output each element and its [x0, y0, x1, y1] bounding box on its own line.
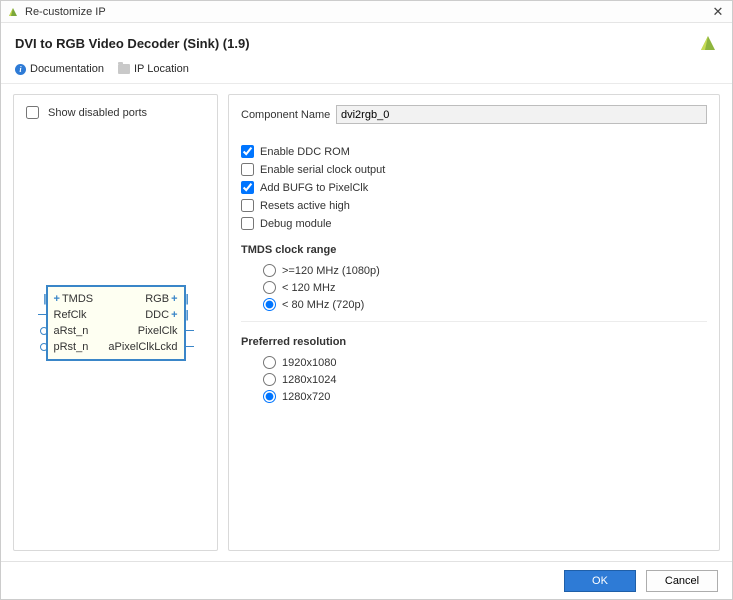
radio-tmds-input-0[interactable] — [263, 264, 276, 277]
titlebar: Re-customize IP ✕ — [1, 1, 732, 23]
radio-res-1[interactable]: 1280x1024 — [263, 373, 707, 386]
radio-tmds-input-1[interactable] — [263, 281, 276, 294]
pin-right-0: || — [184, 291, 198, 307]
checkbox-debug-module[interactable]: Debug module — [241, 217, 707, 230]
cancel-button[interactable]: Cancel — [646, 570, 718, 592]
radio-res-input-2[interactable] — [263, 390, 276, 403]
tmds-heading: TMDS clock range — [241, 244, 707, 256]
ip-location-label: IP Location — [134, 63, 189, 75]
dialog-window: Re-customize IP ✕ DVI to RGB Video Decod… — [0, 0, 733, 600]
ip-block: || || +TMDS RGB+ || RefClk DDC+ — [46, 285, 186, 361]
preview-panel: Show disabled ports || || +TMDS RGB+ || — [13, 94, 218, 551]
pin-left-1 — [34, 307, 48, 323]
port-left-1: RefClk — [48, 309, 116, 321]
checkbox-add-bufg[interactable]: Add BUFG to PixelClk — [241, 181, 707, 194]
page-title: DVI to RGB Video Decoder (Sink) (1.9) — [15, 36, 698, 51]
checkbox-input-1[interactable] — [241, 163, 254, 176]
radio-res-input-0[interactable] — [263, 356, 276, 369]
radio-tmds-1[interactable]: < 120 MHz — [263, 281, 707, 294]
radio-res-label-1: 1280x1024 — [282, 374, 336, 386]
component-name-row: Component Name — [241, 105, 707, 124]
show-disabled-ports-checkbox[interactable]: Show disabled ports — [22, 103, 209, 122]
ip-block-diagram: || || +TMDS RGB+ || RefClk DDC+ — [46, 285, 186, 361]
documentation-label: Documentation — [30, 63, 104, 75]
config-panel: Component Name Enable DDC ROM Enable ser… — [228, 94, 720, 551]
documentation-link[interactable]: i Documentation — [15, 63, 104, 75]
port-left-3: pRst_n — [48, 341, 114, 353]
port-right-3: aPixelClkLckd — [114, 341, 184, 353]
header: DVI to RGB Video Decoder (Sink) (1.9) — [1, 23, 732, 61]
component-name-label: Component Name — [241, 109, 336, 121]
checkbox-input-0[interactable] — [241, 145, 254, 158]
folder-icon — [118, 64, 130, 74]
show-disabled-ports-label: Show disabled ports — [48, 107, 147, 119]
pin-left-2 — [34, 323, 48, 339]
window-title: Re-customize IP — [25, 6, 710, 18]
radio-tmds-label-1: < 120 MHz — [282, 282, 336, 294]
radio-res-label-2: 1280x720 — [282, 391, 330, 403]
checkbox-input-3[interactable] — [241, 199, 254, 212]
radio-res-input-1[interactable] — [263, 373, 276, 386]
radio-tmds-input-2[interactable] — [263, 298, 276, 311]
checkbox-input-4[interactable] — [241, 217, 254, 230]
port-right-1: DDC+ — [116, 309, 184, 321]
dialog-body: Show disabled ports || || +TMDS RGB+ || — [1, 84, 732, 561]
ok-button[interactable]: OK — [564, 570, 636, 592]
component-name-input[interactable] — [336, 105, 707, 124]
info-icon: i — [15, 64, 26, 75]
radio-res-label-0: 1920x1080 — [282, 357, 336, 369]
checkbox-label-1: Enable serial clock output — [260, 164, 385, 176]
radio-tmds-0[interactable]: >=120 MHz (1080p) — [263, 264, 707, 277]
checkbox-enable-serial-clock[interactable]: Enable serial clock output — [241, 163, 707, 176]
radio-tmds-label-2: < 80 MHz (720p) — [282, 299, 364, 311]
port-left-2: aRst_n — [48, 325, 116, 337]
checkbox-label-3: Resets active high — [260, 200, 350, 212]
section-divider — [241, 321, 707, 322]
resolution-heading: Preferred resolution — [241, 336, 707, 348]
checkbox-enable-ddc-rom[interactable]: Enable DDC ROM — [241, 145, 707, 158]
radio-res-2[interactable]: 1280x720 — [263, 390, 707, 403]
checkbox-resets-active-high[interactable]: Resets active high — [241, 199, 707, 212]
pin-right-3 — [184, 339, 198, 355]
checkbox-input-2[interactable] — [241, 181, 254, 194]
radio-res-0[interactable]: 1920x1080 — [263, 356, 707, 369]
port-left-0: +TMDS — [48, 293, 116, 305]
checkbox-label-4: Debug module — [260, 218, 332, 230]
radio-tmds-2[interactable]: < 80 MHz (720p) — [263, 298, 707, 311]
ip-location-link[interactable]: IP Location — [118, 63, 189, 75]
show-disabled-ports-input[interactable] — [26, 106, 39, 119]
close-button[interactable]: ✕ — [710, 4, 726, 20]
port-right-2: PixelClk — [116, 325, 184, 337]
app-icon — [7, 6, 19, 18]
vendor-logo-icon — [698, 33, 718, 53]
pin-left-0: || — [34, 291, 48, 307]
dialog-footer: OK Cancel — [1, 561, 732, 599]
pin-left-3 — [34, 339, 48, 355]
checkbox-label-2: Add BUFG to PixelClk — [260, 182, 368, 194]
toolbar-links: i Documentation IP Location — [1, 61, 732, 84]
port-right-0: RGB+ — [116, 293, 184, 305]
checkbox-label-0: Enable DDC ROM — [260, 146, 350, 158]
radio-tmds-label-0: >=120 MHz (1080p) — [282, 265, 380, 277]
pin-right-1: || — [184, 307, 198, 323]
pin-right-2 — [184, 323, 198, 339]
